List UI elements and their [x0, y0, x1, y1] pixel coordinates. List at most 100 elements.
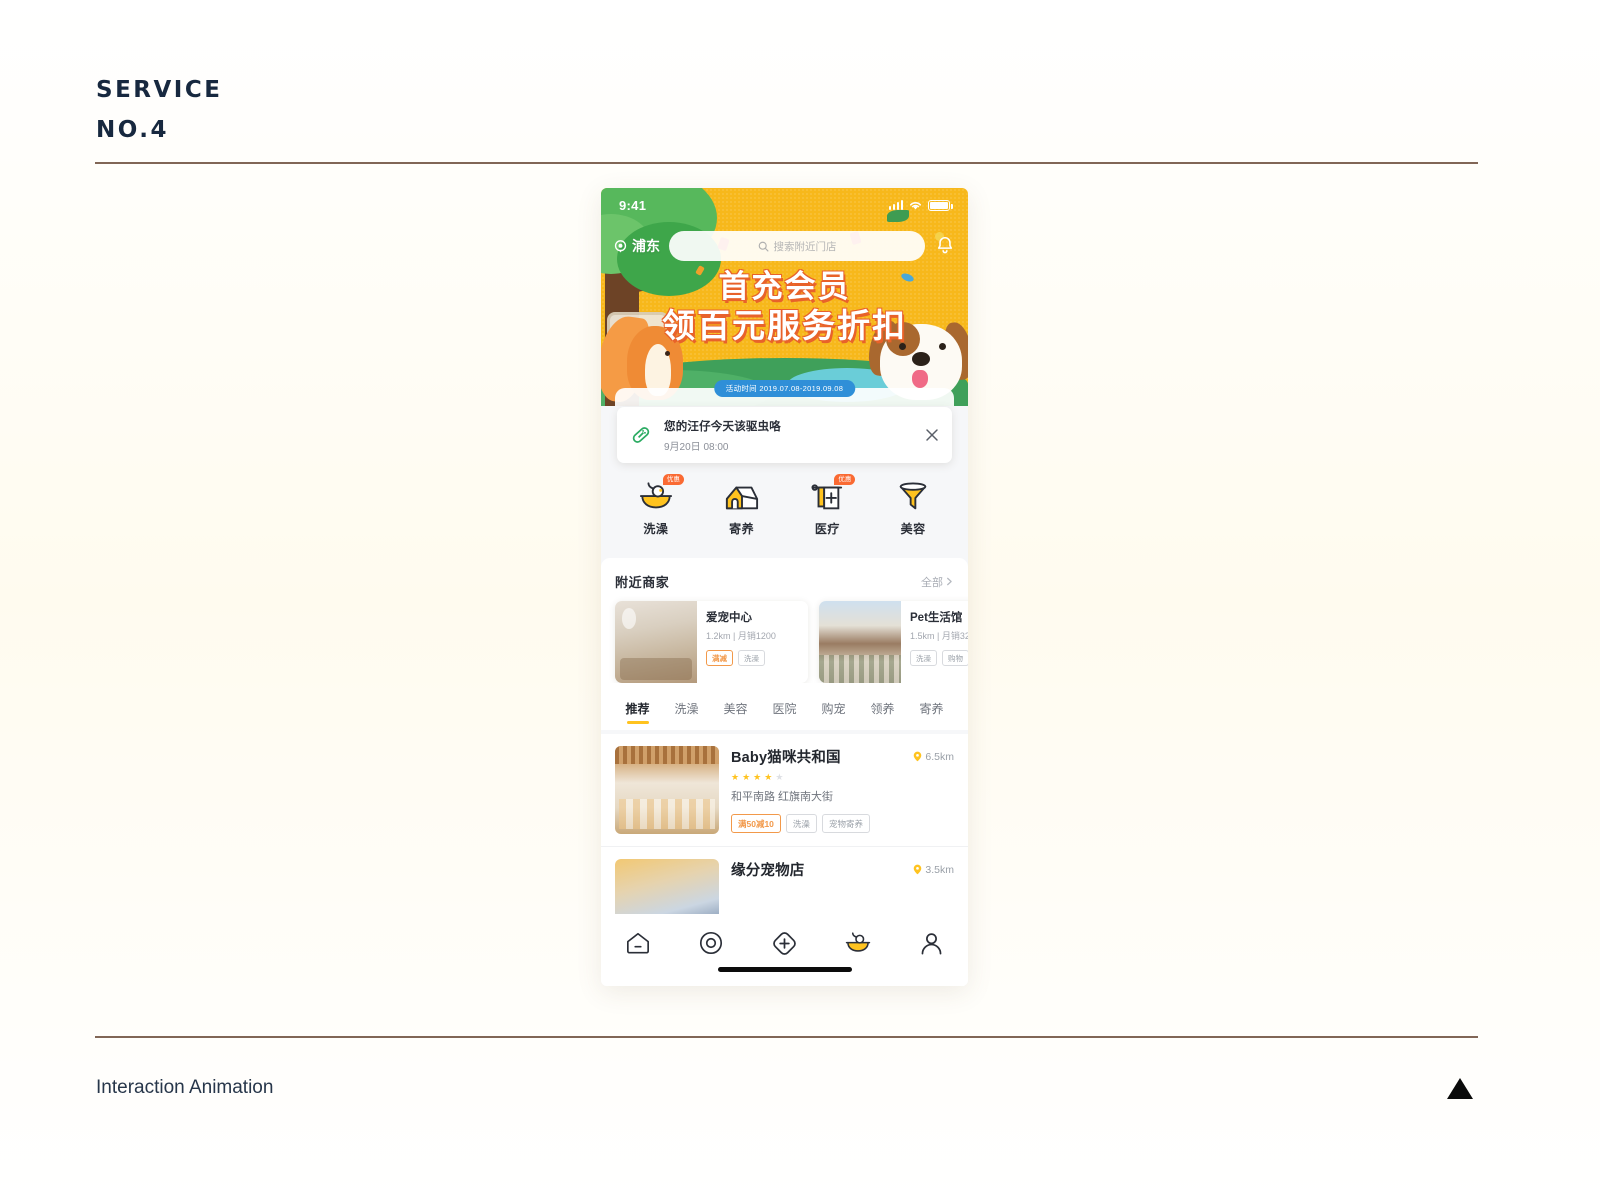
service-badge: 优惠 — [834, 474, 856, 485]
shop-name: Baby猫咪共和国 — [731, 750, 841, 766]
merchant-meta: 1.5km | 月销32 — [910, 629, 968, 642]
location-selector[interactable]: 浦东 — [613, 236, 660, 256]
merchant-photo — [819, 601, 901, 683]
shop-list-item[interactable]: Baby猫咪共和国 6.5km ★ ★ ★ ★ ★ 和平南路 红旗南大街 满50… — [601, 734, 968, 846]
reminder-title: 您的汪仔今天该驱虫咯 — [664, 420, 781, 433]
search-input[interactable]: 搜索附近门店 — [669, 231, 925, 261]
merchant-name: 爱宠中心 — [706, 612, 752, 624]
banner-period-badge: 活动时间 2019.07.08-2019.09.08 — [713, 380, 856, 397]
tab-boarding[interactable]: 寄养 — [907, 700, 956, 725]
location-pin-icon — [614, 239, 627, 252]
merchant-meta-sep: | — [733, 631, 736, 641]
location-label: 浦东 — [632, 238, 660, 254]
top-divider — [95, 162, 1478, 164]
shop-header: 缘分宠物店 3.5km — [731, 859, 954, 880]
merchant-sales: 月销32 — [941, 631, 968, 641]
location-pin-icon — [914, 751, 922, 762]
tab-recommend[interactable]: 推荐 — [613, 700, 662, 725]
compass-icon — [700, 931, 723, 955]
wifi-icon — [909, 201, 922, 209]
tab-hospital[interactable]: 医院 — [760, 700, 809, 725]
bell-icon[interactable] — [934, 235, 956, 257]
shop-distance: 6.5km — [913, 751, 954, 763]
nearby-more-link[interactable]: 全部 — [921, 574, 954, 590]
nearby-header: 附近商家 全部 — [601, 558, 968, 591]
merchant-sales: 月销1200 — [737, 631, 776, 641]
reminder-card[interactable]: 您的汪仔今天该驱虫咯 9月20日 08:00 — [617, 407, 952, 463]
category-tabs: 推荐 洗澡 美容 医院 购宠 领养 寄养 — [601, 688, 968, 725]
merchant-info: 爱宠中心 1.2km | 月销1200 满减 洗澡 — [697, 601, 808, 683]
dog-icon — [886, 322, 920, 356]
tab-adopt[interactable]: 领养 — [858, 700, 907, 725]
service-label: 美容 — [900, 522, 926, 536]
star-icon: ★ — [764, 772, 773, 782]
plus-icon — [773, 931, 796, 955]
merchant-tag: 购物 — [942, 650, 968, 666]
merchant-tags: 洗澡 购物 — [910, 650, 968, 666]
shop-tag: 宠物寄养 — [821, 814, 870, 833]
signal-bars-icon — [888, 200, 903, 210]
status-bar: 9:41 — [601, 188, 968, 222]
home-icon — [626, 932, 649, 954]
close-icon[interactable] — [924, 427, 940, 443]
shop-address: 和平南路 红旗南大街 — [731, 791, 834, 803]
nearby-more-label: 全部 — [921, 576, 943, 589]
nav-profile[interactable] — [909, 926, 953, 960]
bottom-navigation — [601, 914, 968, 986]
merchant-card[interactable]: 爱宠中心 1.2km | 月销1200 满减 洗澡 — [615, 601, 808, 683]
profile-icon — [921, 932, 942, 954]
shop-distance: 3.5km — [913, 864, 954, 876]
tab-grooming[interactable]: 美容 — [711, 700, 760, 725]
shop-rating: ★ ★ ★ ★ ★ — [731, 773, 954, 782]
tab-bath[interactable]: 洗澡 — [662, 700, 711, 725]
shop-photo — [615, 746, 719, 834]
nearby-card-list[interactable]: 爱宠中心 1.2km | 月销1200 满减 洗澡 Pet生活馆 1.5km |… — [601, 591, 968, 683]
merchant-distance: 1.2km — [706, 631, 731, 641]
app-screen: 首充会员 领百元服务折扣 活动时间 2019.07.08-2019.09.08 … — [601, 188, 968, 986]
shop-distance-value: 3.5km — [925, 863, 954, 876]
dog-icon — [939, 343, 946, 350]
up-triangle-icon — [1447, 1078, 1473, 1099]
nav-services[interactable] — [836, 926, 880, 960]
footer-label: Interaction Animation — [96, 1077, 274, 1098]
service-label: 洗澡 — [643, 522, 669, 536]
shop-info: Baby猫咪共和国 6.5km ★ ★ ★ ★ ★ 和平南路 红旗南大街 满50… — [731, 746, 954, 834]
slide-title-line1: SERVICE — [96, 77, 223, 103]
search-icon — [758, 241, 768, 251]
merchant-tag: 满减 — [706, 650, 733, 666]
app-header: 浦东 搜索附近门店 — [601, 230, 968, 262]
tab-buy-pet[interactable]: 购宠 — [809, 700, 858, 725]
merchant-tag: 洗澡 — [738, 650, 765, 666]
reminder-text: 您的汪仔今天该驱虫咯 9月20日 08:00 — [664, 418, 913, 453]
merchant-distance: 1.5km — [910, 631, 935, 641]
capsule-pill-icon — [632, 427, 650, 443]
nav-discover[interactable] — [689, 926, 733, 960]
star-icon: ★ — [775, 772, 784, 782]
service-item-medical[interactable]: 医疗 优惠 — [795, 474, 859, 537]
shop-tags: 满50减10 洗澡 宠物寄养 — [731, 814, 954, 833]
phone-mockup: 首充会员 领百元服务折扣 活动时间 2019.07.08-2019.09.08 … — [601, 188, 968, 986]
nav-home[interactable] — [616, 926, 660, 960]
squirrel-icon — [665, 351, 670, 356]
dog-icon — [912, 352, 930, 366]
location-pin-icon — [914, 864, 922, 875]
reminder-time: 9月20日 08:00 — [664, 441, 729, 453]
service-grid: 洗澡 优惠 寄养 医疗 优惠 美容 — [601, 470, 968, 548]
battery-icon — [928, 199, 953, 211]
nav-add[interactable] — [762, 926, 806, 960]
merchant-meta-sep: | — [937, 631, 940, 641]
shop-header: Baby猫咪共和国 6.5km — [731, 746, 954, 767]
service-item-grooming[interactable]: 美容 — [881, 476, 945, 537]
nearby-title: 附近商家 — [615, 575, 670, 590]
service-item-bath[interactable]: 洗澡 优惠 — [624, 474, 688, 537]
shop-tag: 满50减10 — [731, 814, 781, 833]
service-item-boarding[interactable]: 寄养 — [710, 476, 774, 537]
merchant-card[interactable]: Pet生活馆 1.5km | 月销32 洗澡 购物 — [819, 601, 968, 683]
pet-bath-icon — [845, 931, 871, 952]
merchant-photo — [615, 601, 697, 683]
grooming-icon — [881, 476, 945, 518]
status-indicators — [888, 199, 953, 211]
status-time: 9:41 — [619, 197, 647, 213]
star-icon: ★ — [753, 772, 762, 782]
star-icon: ★ — [731, 772, 740, 782]
